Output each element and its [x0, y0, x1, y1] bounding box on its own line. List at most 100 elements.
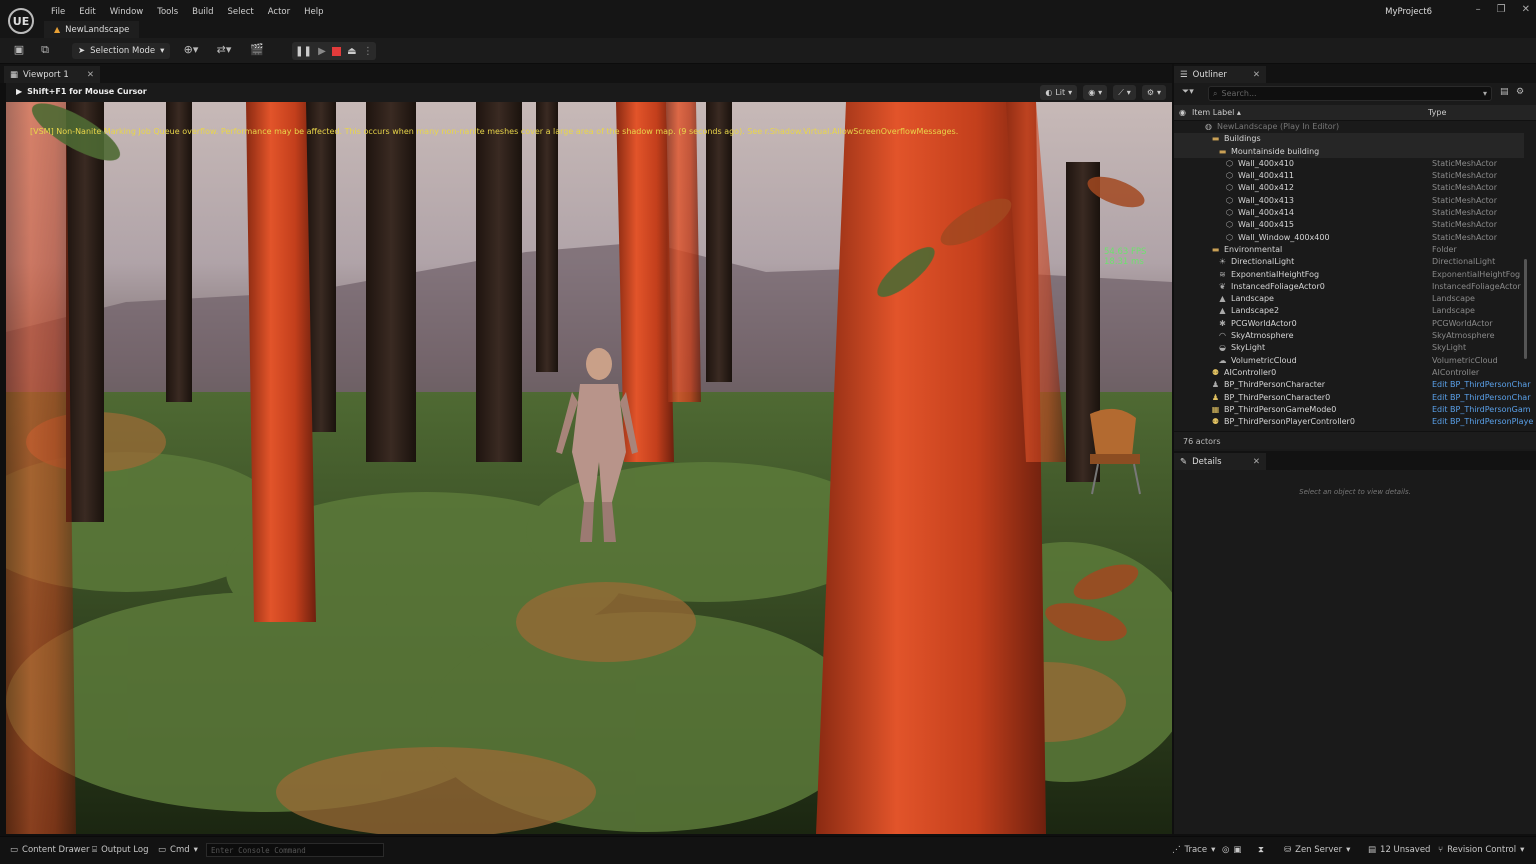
menu-actor[interactable]: Actor	[261, 5, 297, 19]
outliner-row[interactable]: ⬡ Wall_400x411 StaticMeshActor	[1174, 170, 1524, 182]
save-icon[interactable]: ▣	[12, 43, 26, 57]
menu-build[interactable]: Build	[185, 5, 220, 19]
outliner-row-type: StaticMeshActor	[1432, 232, 1497, 242]
tab-viewport[interactable]: ▦ Viewport 1 ✕	[4, 66, 100, 83]
type-column[interactable]: Type	[1428, 108, 1446, 117]
revision-control-label: Revision Control	[1447, 845, 1517, 855]
outliner-row[interactable]: ♟ BP_ThirdPersonCharacter0 Edit BP_ThirdPe…	[1174, 392, 1531, 404]
outliner-row[interactable]: ▲ Landscape2 Landscape	[1174, 305, 1524, 317]
console-command-input[interactable]: Enter Console Command	[206, 843, 384, 857]
outliner-row[interactable]: ⬡ Wall_400x415 StaticMeshActor	[1174, 219, 1524, 231]
browse-icon[interactable]: ⧉	[38, 43, 52, 57]
outliner-row[interactable]: ⬡ Wall_Window_400x400 StaticMeshActor	[1174, 232, 1524, 244]
outliner-row[interactable]: ♟ BP_ThirdPersonCharacter Edit BP_ThirdPer…	[1174, 379, 1531, 391]
outliner-row[interactable]: ◍ NewLandscape (Play In Editor)	[1174, 121, 1524, 133]
record-icon[interactable]: ◎	[1222, 845, 1229, 855]
details-tab-label: Details	[1192, 456, 1222, 467]
outliner-row-type: Landscape	[1432, 294, 1475, 304]
edit-blueprint-link[interactable]: Edit BP_ThirdPersonChar	[1432, 393, 1530, 402]
outliner-row[interactable]: ⚉ AIController0 AIController	[1174, 367, 1524, 379]
hourglass-icon[interactable]: ⧗	[1258, 845, 1264, 855]
cmd-dropdown[interactable]: ▭ Cmd ▾	[158, 845, 198, 855]
outliner-search-input[interactable]: ⌕ Search... ▾	[1208, 86, 1492, 101]
unreal-logo[interactable]: UE	[8, 8, 34, 34]
menu-file[interactable]: File	[44, 5, 72, 19]
outliner-row[interactable]: ⬡ Wall_400x410 StaticMeshActor	[1174, 158, 1524, 170]
outliner-row[interactable]: ▬ Buildings	[1174, 133, 1524, 146]
outliner-row[interactable]: ☀ DirectionalLight DirectionalLight	[1174, 256, 1524, 268]
sky-icon: ◠	[1219, 331, 1226, 341]
stop-button[interactable]	[331, 46, 341, 56]
outliner-row[interactable]: ⚉ BP_ThirdPersonPlayerController0 Edit BP_…	[1174, 416, 1533, 428]
selection-mode-dropdown[interactable]: ➤ Selection Mode ▾	[72, 43, 171, 59]
world-icon: ◍	[1205, 122, 1212, 131]
filter-icon[interactable]: ⏷▾	[1182, 87, 1194, 97]
more-options-icon[interactable]: ⋮	[363, 46, 373, 57]
outliner-scrollbar[interactable]	[1524, 259, 1527, 359]
zen-server-button[interactable]: ⛁ Zen Server ▾	[1284, 845, 1350, 855]
transform-button[interactable]: ⟋ ▾	[1113, 85, 1136, 100]
outliner-row[interactable]: ⬡ Wall_400x413 StaticMeshActor	[1174, 195, 1524, 207]
content-drawer-button[interactable]: ▭ Content Drawer	[10, 845, 89, 855]
menu-help[interactable]: Help	[297, 5, 330, 19]
search-icon: ⌕	[1213, 88, 1218, 98]
menu-select[interactable]: Select	[221, 5, 261, 19]
item-label-column[interactable]: Item Label ▴	[1192, 108, 1241, 117]
mesh-icon: ⬡	[1226, 195, 1233, 205]
show-flags-button[interactable]: ◉ ▾	[1083, 85, 1108, 100]
close-icon[interactable]: ✕	[1522, 4, 1530, 15]
outliner-row[interactable]: ▬ Mountainside building	[1174, 145, 1524, 158]
camera-icon[interactable]: ▣	[1233, 845, 1241, 855]
menu-window[interactable]: Window	[103, 5, 151, 19]
outliner-row[interactable]: ◒ SkyLight SkyLight	[1174, 342, 1524, 354]
mesh-icon: ⬡	[1226, 220, 1233, 230]
fps-value: 54.63 FPS	[1104, 247, 1147, 257]
outliner-row[interactable]: ▦ BP_ThirdPersonGameMode0 Edit BP_ThirdPer…	[1174, 404, 1531, 416]
tab-details[interactable]: ✎ Details ✕	[1174, 453, 1266, 470]
view-mode-button[interactable]: ◐ Lit ▾	[1040, 85, 1078, 100]
outliner-row[interactable]: ❦ InstancedFoliageActor0 InstancedFoliageA…	[1174, 281, 1524, 293]
gear-icon[interactable]: ⚙	[1516, 87, 1524, 97]
viewport-settings-button[interactable]: ⚙ ▾	[1141, 85, 1166, 100]
pause-icon[interactable]: ❚❚	[295, 46, 312, 57]
outliner-row-label: Wall_400x414	[1238, 208, 1295, 218]
level-tab[interactable]: ▲ NewLandscape	[44, 21, 140, 38]
close-icon[interactable]: ✕	[1253, 70, 1260, 80]
chevron-down-icon: ▾	[1482, 89, 1487, 98]
blueprint-icon[interactable]: ⇄▾	[212, 43, 236, 57]
minimize-icon[interactable]: –	[1476, 4, 1481, 15]
outliner-row[interactable]: ☁ VolumetricCloud VolumetricCloud	[1174, 355, 1524, 367]
outliner-row[interactable]: ▲ Landscape Landscape	[1174, 293, 1524, 305]
menu-edit[interactable]: Edit	[72, 5, 102, 19]
outliner-row[interactable]: ✱ PCGWorldActor0 PCGWorldActor	[1174, 318, 1524, 330]
cmd-label: Cmd	[170, 845, 190, 855]
eject-icon[interactable]: ⏏	[347, 46, 356, 57]
outliner-row[interactable]: ⬡ Wall_400x412 StaticMeshActor	[1174, 182, 1524, 194]
close-icon[interactable]: ✕	[87, 70, 94, 80]
maximize-icon[interactable]: ❐	[1497, 4, 1506, 15]
outliner-row[interactable]: ◠ SkyAtmosphere SkyAtmosphere	[1174, 330, 1524, 342]
outliner-row[interactable]: ⬡ Wall_400x414 StaticMeshActor	[1174, 207, 1524, 219]
add-actor-icon[interactable]: ⊕▾	[180, 43, 202, 57]
menu-tools[interactable]: Tools	[150, 5, 185, 19]
edit-blueprint-link[interactable]: Edit BP_ThirdPersonChar	[1432, 380, 1530, 389]
edit-blueprint-link[interactable]: Edit BP_ThirdPersonGam	[1432, 405, 1531, 414]
unsaved-button[interactable]: ▤ 12 Unsaved	[1368, 845, 1430, 855]
add-folder-icon[interactable]: ▤	[1500, 87, 1509, 97]
cinematics-icon[interactable]: 🎬	[246, 43, 268, 57]
outliner-row-label: ExponentialHeightFog	[1231, 269, 1320, 279]
outliner-row[interactable]: ≋ ExponentialHeightFog ExponentialHeightFo…	[1174, 269, 1524, 281]
outliner-row[interactable]: ▬ Environmental Folder	[1174, 244, 1524, 256]
visibility-column-icon[interactable]: ◉	[1179, 108, 1186, 117]
revision-control-button[interactable]: ⑂ Revision Control ▾	[1438, 845, 1524, 855]
edit-blueprint-link[interactable]: Edit BP_ThirdPersonPlaye	[1432, 417, 1533, 426]
tab-outliner[interactable]: ☰ Outliner ✕	[1174, 66, 1266, 83]
step-icon[interactable]: ▶	[318, 46, 326, 57]
branch-icon: ⑂	[1438, 845, 1444, 855]
trace-button[interactable]: ⋰ Trace ▾	[1172, 845, 1215, 855]
viewport-scene[interactable]: [VSM] Non-Nanite Marking Job Queue overf…	[6, 102, 1172, 834]
close-icon[interactable]: ✕	[1253, 457, 1260, 467]
lit-icon: ◐	[1045, 88, 1053, 97]
outliner-row-label: PCGWorldActor0	[1231, 318, 1297, 328]
output-log-button[interactable]: ⌸ Output Log	[92, 845, 149, 855]
